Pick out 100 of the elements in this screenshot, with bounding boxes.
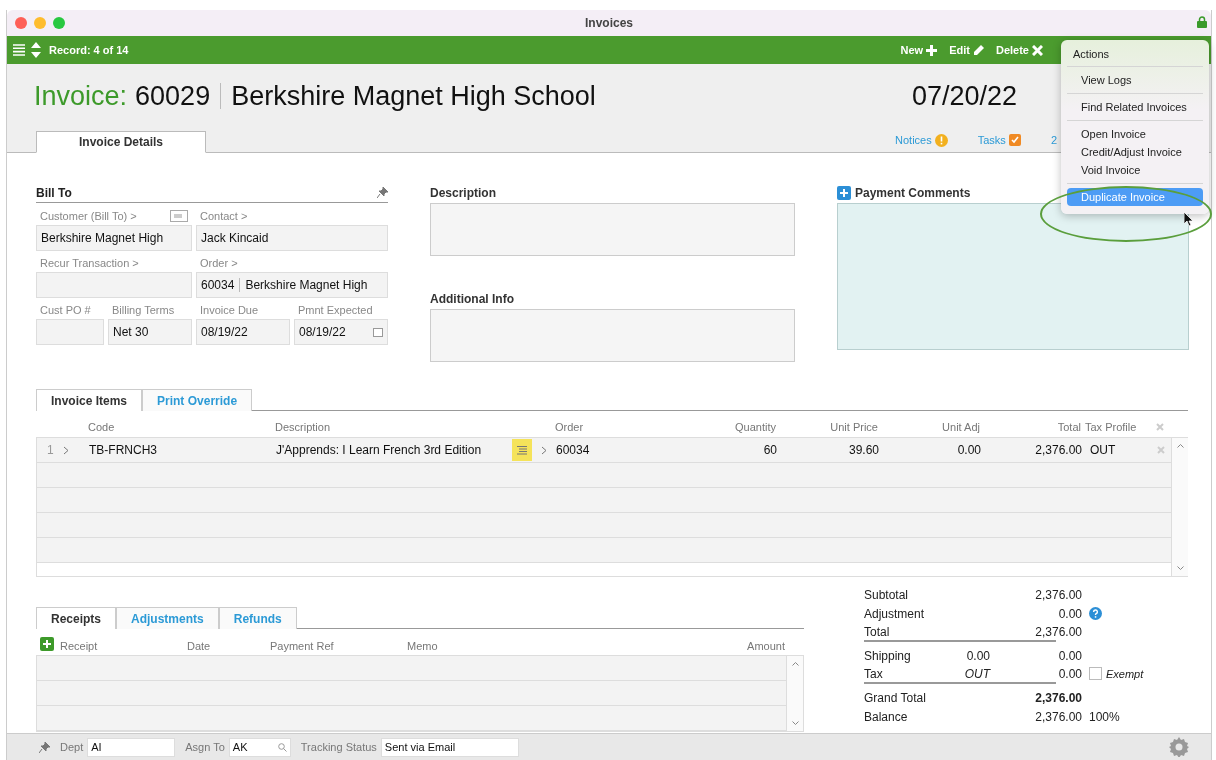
close-window-button[interactable] — [15, 17, 27, 29]
pencil-icon — [972, 44, 984, 56]
zoom-window-button[interactable] — [53, 17, 65, 29]
column-header: Quantity — [734, 421, 777, 433]
payment-comments-field[interactable] — [837, 203, 1189, 350]
column-header: Date — [186, 640, 212, 652]
table-cell-text: 60 — [762, 443, 778, 457]
column-header: Unit Adj — [941, 421, 981, 433]
menu-item[interactable]: View Logs — [1067, 71, 1203, 89]
up-down-arrows-icon[interactable] — [31, 42, 41, 58]
close-icon — [1156, 423, 1164, 431]
description-field[interactable] — [430, 203, 795, 256]
section-title: Payment Comments — [855, 186, 971, 200]
pin-icon[interactable] — [377, 187, 388, 198]
column-header: Payment Ref — [269, 640, 335, 652]
column-header: Order — [554, 421, 585, 433]
scrollbar[interactable] — [1171, 438, 1188, 576]
column-header: Receipt — [59, 640, 99, 652]
record-counter: Record: 4 of 14 — [49, 44, 129, 56]
column-header: Code — [87, 421, 116, 433]
additional-info-field[interactable] — [430, 309, 795, 362]
input-field[interactable]: AI — [87, 737, 176, 757]
field-label: Contact > — [200, 210, 248, 222]
column-header: Description — [274, 421, 332, 433]
settings-icon[interactable] — [1169, 737, 1189, 757]
warning-icon — [934, 133, 948, 147]
chevron-down-icon — [791, 721, 799, 726]
menu-item[interactable]: Void Invoice — [1067, 161, 1203, 179]
section-title: Description — [430, 185, 497, 202]
total-value: 2,376.00 — [1034, 587, 1082, 602]
tab[interactable]: Invoice Items — [36, 389, 143, 411]
tab[interactable]: Receipts — [36, 607, 117, 629]
field-label: Billing Terms — [112, 304, 175, 316]
scrollbar[interactable] — [786, 656, 803, 731]
table-cell-text: 60034 — [555, 443, 591, 457]
checkbox-label: Exempt — [1106, 667, 1144, 680]
input-field[interactable]: 60034 Berkshire Magnet High — [196, 272, 388, 298]
total-value: OUT — [963, 666, 990, 681]
lock-icon — [1197, 16, 1207, 28]
total-value: 2,376.00 — [1034, 690, 1082, 705]
chevron-up-icon — [1176, 443, 1184, 448]
input-field[interactable] — [36, 272, 192, 298]
field-label: Customer (Bill To) > — [40, 210, 137, 222]
menu-icon[interactable] — [13, 44, 25, 56]
field-label: Invoice Due — [200, 304, 259, 316]
field-label: Dept — [60, 741, 84, 753]
balance-percent: 100% — [1089, 709, 1120, 724]
pointer-cursor-icon — [1184, 212, 1194, 226]
section-title: Bill To — [36, 185, 72, 200]
input-field[interactable]: Net 30 — [108, 319, 192, 345]
checkbox-icon — [1008, 134, 1021, 146]
total-value: 0.00 — [1057, 666, 1082, 681]
menu-item[interactable]: Credit/Adjust Invoice — [1067, 143, 1203, 161]
input-field[interactable]: 08/19/22 — [196, 319, 290, 345]
total-label: Total — [864, 624, 891, 639]
add-icon[interactable] — [40, 637, 54, 651]
column-header: Tax Profile — [1084, 421, 1138, 433]
close-icon[interactable] — [1157, 446, 1165, 454]
line-number: 1 — [46, 443, 55, 457]
chevron-right-icon[interactable] — [541, 445, 548, 455]
column-header: Memo — [406, 640, 439, 652]
window-title: Invoices — [585, 16, 633, 30]
total-value: 0.00 — [965, 648, 990, 663]
search-icon — [277, 742, 287, 752]
input-field[interactable]: Sent via Email — [380, 737, 519, 757]
column-header: Amount — [746, 640, 786, 652]
input-field[interactable]: Berkshire Magnet High — [36, 225, 192, 251]
help-icon[interactable] — [1089, 607, 1102, 620]
field-label: Pmnt Expected — [298, 304, 373, 316]
column-header: Total — [1056, 421, 1082, 433]
input-field[interactable]: 08/19/22 — [294, 319, 388, 345]
invoice-label: Invoice: — [34, 80, 128, 112]
total-value: 2,376.00 — [1034, 624, 1082, 639]
total-label: Balance — [864, 709, 909, 724]
table-cell-text: 2,376.00 — [1034, 443, 1083, 457]
tab[interactable]: Invoice Details — [36, 131, 206, 153]
pin-icon[interactable] — [39, 741, 50, 753]
card-icon[interactable] — [170, 210, 188, 222]
lines-icon — [517, 445, 527, 455]
section-title: Additional Info — [430, 291, 515, 308]
total-label: Grand Total — [864, 690, 927, 705]
input-field[interactable] — [36, 319, 104, 345]
total-value: 0.00 — [1057, 648, 1082, 663]
plus-icon — [926, 44, 938, 56]
column-header: Unit Price — [829, 421, 879, 433]
table-cell-text: OUT — [1089, 443, 1117, 457]
total-value: 2,376.00 — [1034, 709, 1082, 724]
input-field[interactable]: Jack Kincaid — [196, 225, 388, 251]
menu-item[interactable]: Open Invoice — [1067, 125, 1203, 143]
minimize-window-button[interactable] — [34, 17, 46, 29]
menu-item[interactable]: Find Related Invoices — [1067, 98, 1203, 116]
invoice-date: 07/20/22 — [911, 80, 1017, 112]
checkbox[interactable] — [1089, 667, 1102, 680]
menu-title: Actions — [1072, 47, 1111, 62]
notes-button[interactable] — [512, 439, 532, 461]
input-field[interactable]: AK — [228, 737, 291, 757]
field-label: Order > — [200, 257, 238, 269]
plus-icon[interactable] — [837, 186, 851, 200]
chevron-right-icon[interactable] — [63, 445, 70, 455]
total-label: Shipping — [864, 648, 912, 663]
